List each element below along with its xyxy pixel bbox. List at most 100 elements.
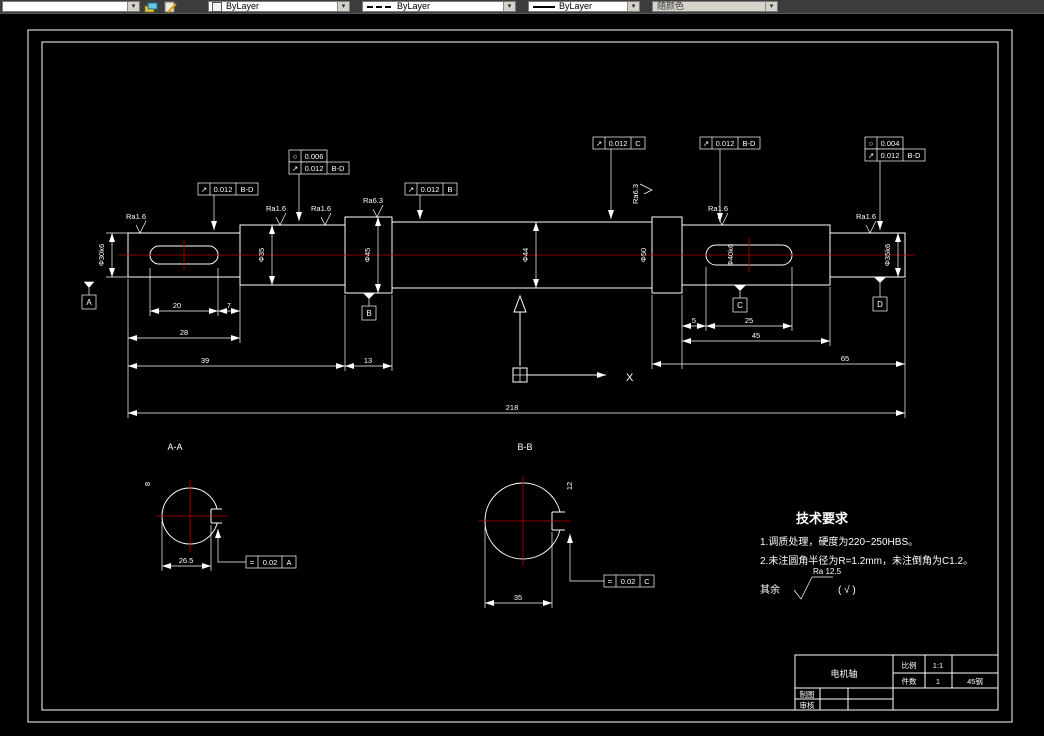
svg-text:B-D: B-D: [908, 151, 922, 160]
svg-text:0.006: 0.006: [305, 152, 324, 161]
svg-text:0.012: 0.012: [214, 185, 233, 194]
linetype-control-dropdown[interactable]: ByLayer ▾: [362, 1, 516, 12]
svg-text:Ra1.6: Ra1.6: [126, 212, 146, 221]
material-value: 45钢: [967, 676, 983, 686]
dia-label: Φ30k6: [97, 244, 106, 266]
svg-text:A: A: [86, 298, 92, 307]
svg-text:0.02: 0.02: [621, 577, 636, 586]
dia-label: Φ40k6: [726, 244, 735, 266]
cad-application-window: ▾ ByLayer ▾ ByLayer ▾ ByLayer ▾ 随颜色 ▾ Φ3…: [0, 0, 1044, 736]
svg-text:A: A: [286, 558, 291, 567]
dim-label: 65: [841, 354, 849, 363]
svg-text:=: =: [250, 558, 255, 567]
gdt-frame: ↗ 0.012 B-D: [197, 182, 259, 230]
chevron-down-icon[interactable]: ▾: [627, 2, 639, 11]
svg-text:C: C: [635, 139, 641, 148]
svg-text:0.012: 0.012: [716, 139, 735, 148]
svg-text:↗: ↗: [703, 139, 709, 148]
svg-text:0.004: 0.004: [881, 139, 900, 148]
dia-label: Φ35k6: [883, 244, 892, 266]
lineweight-control-value: ByLayer: [559, 1, 593, 11]
section-view-left: A-A 26.5 8 = 0.02 A: [143, 442, 297, 571]
svg-text:↗: ↗: [408, 185, 414, 194]
svg-text:↗: ↗: [596, 139, 602, 148]
svg-text:=: =: [608, 577, 613, 586]
svg-text:D: D: [877, 300, 883, 309]
chevron-down-icon[interactable]: ▾: [127, 2, 139, 11]
technical-requirements: 技术要求 1.调质处理，硬度为220~250HBS。 2.未注圆角半径为R=1.…: [760, 511, 973, 600]
tech-req-title: 技术要求: [796, 511, 849, 526]
dim-label: 7: [227, 301, 231, 310]
svg-text:↗: ↗: [292, 164, 298, 173]
roughness-mark: Ra1.6: [126, 212, 147, 234]
x-axis-label: X: [626, 372, 634, 384]
layer-properties-icon[interactable]: [163, 1, 178, 13]
qty-label: 件数: [902, 676, 917, 686]
svg-text:↗: ↗: [201, 185, 207, 194]
plotstyle-control-dropdown: 随颜色 ▾: [652, 1, 778, 12]
datum-c: C: [732, 284, 748, 313]
linear-dimensions: 20 7 28 39 13 218 5 25 45 65: [127, 267, 906, 418]
tech-req-line: 2.未注圆角半径为R=1.2mm，未注倒角为C1.2。: [760, 554, 973, 567]
linetype-control-value: ByLayer: [397, 1, 431, 11]
color-swatch: [212, 1, 222, 12]
dia-label: Φ35: [257, 248, 266, 262]
chevron-down-icon[interactable]: ▾: [337, 2, 349, 11]
svg-text:↗: ↗: [868, 151, 874, 160]
dim-label: 35: [514, 593, 522, 602]
title-block: 电机轴 比例 1:1 件数 1 45钢 制图 审核: [794, 654, 999, 711]
scale-label: 比例: [902, 660, 917, 670]
roughness-mark: Ra6.3: [363, 196, 384, 218]
centerlines: [118, 238, 915, 272]
roughness-mark: Ra 12.5: [793, 567, 842, 600]
svg-text:Ra6.3: Ra6.3: [363, 196, 383, 205]
section-label: B-B: [517, 442, 532, 452]
roughness-mark: Ra6.3: [631, 183, 653, 204]
svg-text:Ra1.6: Ra1.6: [266, 204, 286, 213]
drawing-canvas[interactable]: Φ30k6 Φ35 Φ45 Φ44 Φ50 Φ40k6 Φ35k6 20 7 2…: [0, 13, 1044, 736]
svg-text:Ra 12.5: Ra 12.5: [813, 567, 842, 576]
section-view-right: B-B 35 12 = 0.02 C: [478, 442, 655, 608]
drawn-by-label: 制图: [800, 689, 815, 699]
svg-text:0.012: 0.012: [881, 151, 900, 160]
svg-text:C: C: [644, 577, 650, 586]
svg-text:Ra1.6: Ra1.6: [856, 212, 876, 221]
datum-d: D: [872, 276, 888, 312]
svg-text:B-D: B-D: [332, 164, 346, 173]
svg-text:B-D: B-D: [743, 139, 757, 148]
gdt-frame: = 0.02 C: [567, 534, 655, 588]
lineweight-control-dropdown[interactable]: ByLayer ▾: [528, 1, 640, 12]
dim-label: 26.5: [179, 556, 194, 565]
dim-label: 25: [745, 316, 753, 325]
datum-b: B: [361, 292, 377, 321]
svg-text:B: B: [447, 185, 452, 194]
dim-label: 20: [173, 301, 181, 310]
svg-text:Ra6.3: Ra6.3: [631, 184, 640, 204]
roughness-mark: Ra1.6: [311, 204, 332, 226]
roughness-mark: Ra1.6: [708, 204, 729, 226]
chevron-down-icon[interactable]: ▾: [503, 2, 515, 11]
svg-text:Ra1.6: Ra1.6: [311, 204, 331, 213]
svg-text:Ra1.6: Ra1.6: [708, 204, 728, 213]
svg-text:○: ○: [869, 139, 874, 148]
linetype-preview: [367, 5, 393, 8]
section-label: A-A: [167, 442, 182, 452]
dim-label: 218: [506, 403, 519, 412]
roughness-mark: Ra1.6: [266, 204, 287, 226]
scale-value: 1:1: [933, 661, 943, 670]
svg-text:0.02: 0.02: [263, 558, 278, 567]
svg-text:○: ○: [293, 152, 298, 161]
layers-icon[interactable]: [144, 1, 159, 13]
tech-req-paren: ( √ ): [838, 584, 856, 596]
dia-label: Φ44: [521, 248, 530, 262]
svg-text:0.012: 0.012: [421, 185, 440, 194]
gdt-frame: ↗ 0.012 B: [404, 182, 458, 219]
dim-label: 45: [752, 331, 760, 340]
dim-label: 12: [565, 482, 574, 490]
color-control-dropdown[interactable]: ByLayer ▾: [208, 1, 350, 12]
svg-text:B-D: B-D: [241, 185, 255, 194]
datum-symbols: A B C D: [81, 276, 888, 321]
svg-text:C: C: [737, 301, 743, 310]
layer-control-dropdown[interactable]: ▾: [2, 1, 140, 12]
checked-by-label: 审核: [800, 700, 815, 710]
